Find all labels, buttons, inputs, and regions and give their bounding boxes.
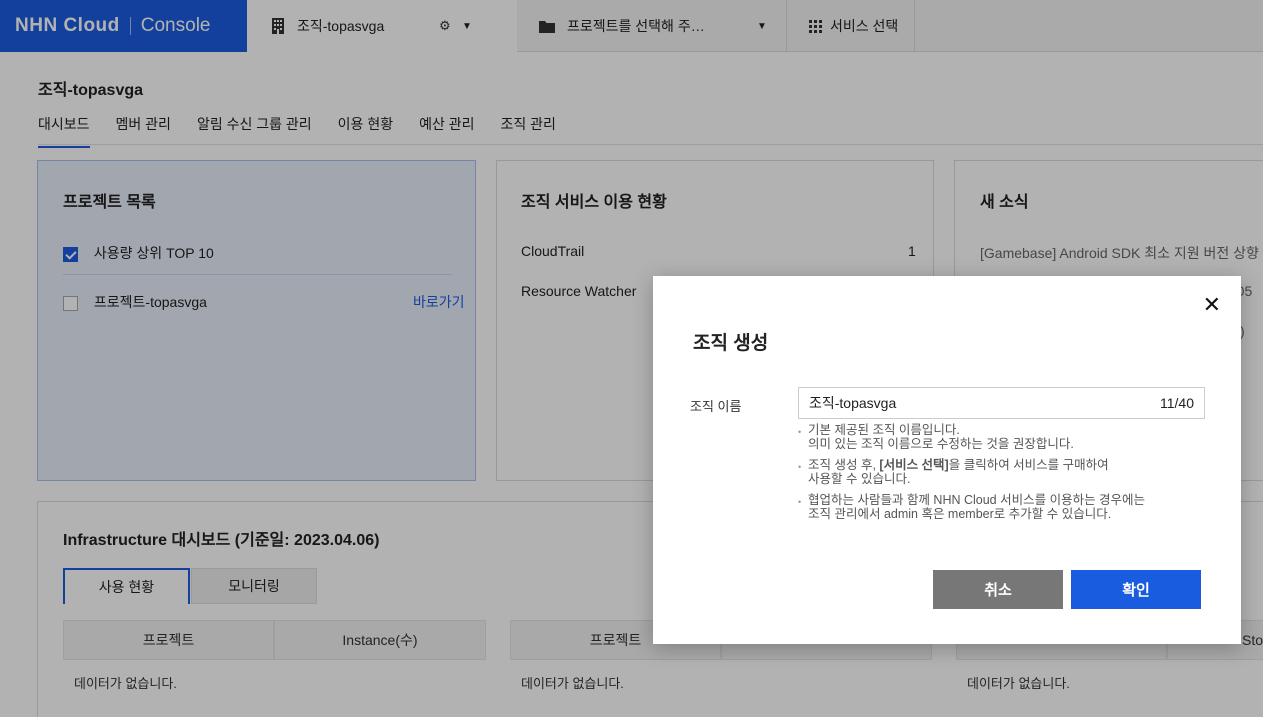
organization-name-input[interactable]: 조직-topasvga 11/40 bbox=[798, 387, 1205, 419]
dialog-title: 조직 생성 bbox=[693, 333, 769, 354]
organization-name-value: 조직-topasvga bbox=[809, 395, 897, 411]
cancel-button[interactable]: 취소 bbox=[933, 570, 1063, 609]
organization-name-label: 조직 이름 bbox=[690, 399, 742, 414]
hint-item: 협업하는 사람들과 함께 NHN Cloud 서비스를 이용하는 경우에는 조직… bbox=[798, 493, 1205, 521]
hint-text-part: 조직 생성 후, bbox=[808, 458, 880, 472]
hint-text-emphasis: [서비스 선택] bbox=[879, 458, 949, 472]
confirm-button[interactable]: 확인 bbox=[1071, 570, 1201, 609]
hint-text: 조직 관리에서 admin 혹은 member로 추가할 수 있습니다. bbox=[808, 507, 1112, 521]
hint-text: 협업하는 사람들과 함께 NHN Cloud 서비스를 이용하는 경우에는 bbox=[808, 493, 1146, 507]
hint-text: 기본 제공된 조직 이름입니다. bbox=[808, 423, 960, 437]
hint-item: 조직 생성 후, [서비스 선택]을 클릭하여 서비스를 구매하여 사용할 수 … bbox=[798, 458, 1205, 486]
hint-list: 기본 제공된 조직 이름입니다. 의미 있는 조직 이름으로 수정하는 것을 권… bbox=[798, 423, 1205, 528]
character-counter: 11/40 bbox=[1160, 395, 1194, 411]
modal-backdrop[interactable] bbox=[0, 0, 1263, 52]
hint-text: 조직 생성 후, [서비스 선택]을 클릭하여 서비스를 구매하여 bbox=[808, 458, 1205, 472]
close-icon[interactable]: ✕ bbox=[1203, 294, 1221, 316]
hint-text: 사용할 수 있습니다. bbox=[808, 472, 911, 486]
hint-item: 기본 제공된 조직 이름입니다. 의미 있는 조직 이름으로 수정하는 것을 권… bbox=[798, 423, 1205, 451]
create-organization-dialog: ✕ 조직 생성 조직 이름 조직-topasvga 11/40 기본 제공된 조… bbox=[653, 276, 1241, 644]
hint-text: 의미 있는 조직 이름으로 수정하는 것을 권장합니다. bbox=[808, 437, 1074, 451]
hint-text-part: 을 클릭하여 서비스를 구매하여 bbox=[948, 458, 1109, 472]
